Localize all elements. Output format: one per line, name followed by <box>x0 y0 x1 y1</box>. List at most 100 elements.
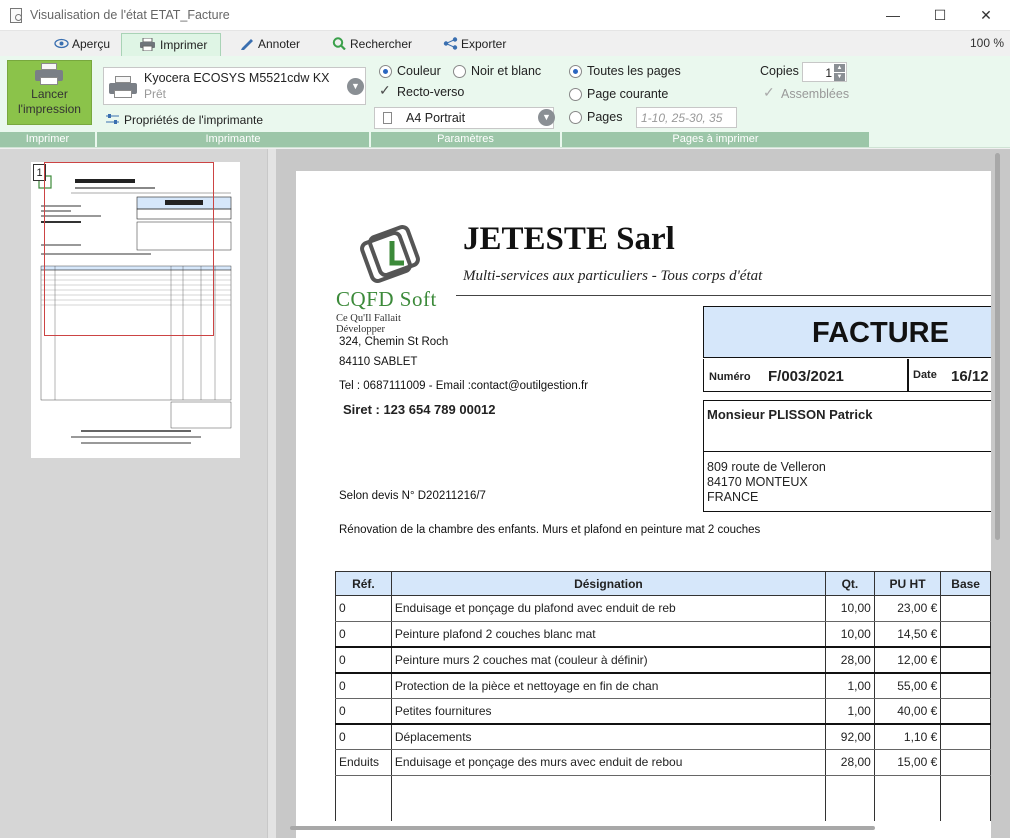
close-button[interactable]: ✕ <box>963 0 1009 31</box>
current-page-radio[interactable]: Page courante <box>569 87 668 102</box>
tab-label: Imprimer <box>160 38 208 52</box>
company-tagline: Multi-services aux particuliers - Tous c… <box>463 268 763 284</box>
quote-reference: Selon devis N° D20211216/7 <box>339 490 486 502</box>
all-pages-label: Toutes les pages <box>587 64 681 78</box>
table-row: Enduits Enduisage et ponçage des murs av… <box>335 749 991 776</box>
vertical-scrollbar[interactable] <box>995 153 1000 540</box>
chevron-down-icon[interactable]: ▼ <box>347 78 364 95</box>
cell-designation: Protection de la pièce et nettoyage en f… <box>390 671 827 699</box>
company-name: JETESTE Sarl <box>463 221 675 257</box>
page-thumbnail[interactable]: 1 <box>31 162 240 458</box>
tab-label: Rechercher <box>350 37 413 51</box>
cell-qty: 28,00 <box>825 749 875 776</box>
paper-value: A4 Portrait <box>406 111 466 125</box>
printer-select[interactable]: Kyocera ECOSYS M5521cdw KX Prêt ▼ <box>103 67 366 105</box>
document-search-icon <box>10 8 22 23</box>
invoice-date-label: Date <box>913 369 937 381</box>
cell-qty: 10,00 <box>825 595 875 622</box>
cell-qty: 10,00 <box>825 621 875 648</box>
client-name-box: Monsieur PLISSON Patrick <box>703 400 991 452</box>
cell-designation: Petites fournitures <box>390 698 827 725</box>
cell-designation: Peinture plafond 2 couches blanc mat <box>390 621 827 648</box>
paper-select[interactable]: A4 Portrait ▼ <box>374 107 555 129</box>
cell-ref: Enduits <box>335 749 392 776</box>
invoice-date-value: 16/12 <box>951 368 989 385</box>
tab-label: Annoter <box>258 37 301 51</box>
tab-apercu[interactable]: Aperçu <box>52 33 110 56</box>
cell-ref: 0 <box>335 698 392 725</box>
duplex-checkbox[interactable]: ✓ Recto-verso <box>379 83 465 100</box>
page-icon <box>383 112 392 124</box>
cell-designation: Déplacements <box>390 722 827 751</box>
printer-icon <box>109 76 137 98</box>
print-ribbon: Lancer l'impression Kyocera ECOSYS M5521… <box>0 56 1010 148</box>
pages-radio[interactable]: Pages <box>569 110 622 125</box>
tab-imprimer[interactable]: Imprimer <box>121 33 221 56</box>
color-radio[interactable]: Couleur <box>379 64 441 79</box>
printer-properties-label: Propriétés de l'imprimante <box>124 113 264 127</box>
launch-print-label: Lancer l'impression <box>18 87 81 116</box>
group-label-printer: Imprimante <box>97 132 369 147</box>
group-label-params: Paramètres <box>371 132 560 147</box>
invoice-lines-table: Réf. Désignation Qt. PU HT Base 0 Enduis… <box>335 571 991 822</box>
tab-bar: Aperçu Imprimer Annoter Rechercher Expor… <box>0 31 1010 56</box>
tab-rechercher[interactable]: Rechercher <box>330 33 412 56</box>
cell-qty: 28,00 <box>825 645 875 674</box>
chevron-down-icon[interactable]: ▼ <box>538 109 555 126</box>
tab-annoter[interactable]: Annoter <box>238 33 300 56</box>
chevron-down-icon[interactable]: ▼ <box>834 73 845 81</box>
copies-stepper[interactable]: 1 ▲ ▼ <box>802 62 847 82</box>
cell-pu: 12,00 € <box>873 645 942 674</box>
table-row: 0 Peinture murs 2 couches mat (couleur à… <box>335 645 991 674</box>
cell-base <box>940 749 991 776</box>
column-header-base: Base <box>940 571 991 596</box>
cell-ref: 0 <box>335 722 392 751</box>
zoom-level[interactable]: 100 % <box>970 36 1004 50</box>
table-row: 0 Enduisage et ponçage du plafond avec e… <box>335 595 991 622</box>
horizontal-scrollbar[interactable] <box>290 826 875 830</box>
pencil-icon <box>241 39 253 50</box>
column-header-ref: Réf. <box>335 571 392 596</box>
cell-base <box>940 722 991 751</box>
collated-checkbox[interactable]: ✓ Assemblées <box>763 84 849 102</box>
column-header-pu: PU HT <box>873 571 942 596</box>
title-bar: Visualisation de l'état ETAT_Facture — ☐… <box>0 0 1010 31</box>
eye-icon <box>54 38 69 49</box>
chevron-up-icon[interactable]: ▲ <box>834 64 845 72</box>
group-label-print: Imprimer <box>0 132 95 147</box>
bw-radio[interactable]: Noir et blanc <box>453 64 541 79</box>
invoice-page: CQFD Soft Ce Qu'Il Fallait Développer JE… <box>296 171 991 838</box>
window-title: Visualisation de l'état ETAT_Facture <box>30 8 230 22</box>
client-address-line2: 84170 MONTEUX <box>707 475 808 489</box>
minimize-button[interactable]: — <box>870 0 916 31</box>
company-address-line2: 84110 SABLET <box>339 356 418 368</box>
pane-splitter[interactable] <box>267 149 276 838</box>
client-name: Monsieur PLISSON Patrick <box>707 407 873 422</box>
printer-name: Kyocera ECOSYS M5521cdw KX <box>144 71 330 85</box>
company-siret: Siret : 123 654 789 00012 <box>343 402 496 417</box>
cell-ref: 0 <box>335 621 392 648</box>
tab-exporter[interactable]: Exporter <box>441 33 506 56</box>
cell-designation: Enduisage et ponçage des murs avec endui… <box>390 749 827 776</box>
launch-print-button[interactable]: Lancer l'impression <box>7 60 92 125</box>
printer-properties-button[interactable]: Propriétés de l'imprimante <box>106 113 263 127</box>
cell-pu: 55,00 € <box>873 671 942 699</box>
logo-mark-icon <box>360 225 420 283</box>
logo-tagline: Ce Qu'Il Fallait Développer <box>336 313 401 335</box>
cell-designation: Enduisage et ponçage du plafond avec end… <box>390 595 827 622</box>
cell-qty: 92,00 <box>825 722 875 751</box>
printer-icon <box>35 63 63 85</box>
pages-range-input[interactable]: 1-10, 25-30, 35 <box>636 107 737 128</box>
column-header-designation: Désignation <box>390 571 827 596</box>
all-pages-radio[interactable]: Toutes les pages <box>569 64 681 79</box>
duplex-label: Recto-verso <box>397 85 465 99</box>
table-row: 0 Petites fournitures 1,00 40,00 € <box>335 698 991 725</box>
maximize-button[interactable]: ☐ <box>917 0 963 31</box>
table-row: 0 Déplacements 92,00 1,10 € <box>335 722 991 751</box>
cell-ref: 0 <box>335 671 392 699</box>
printer-status: Prêt <box>144 87 167 101</box>
cell-qty: 1,00 <box>825 671 875 699</box>
client-address-line3: FRANCE <box>707 490 759 504</box>
invoice-date-box: Date 16/12 <box>908 359 991 392</box>
checkmark-icon: ✓ <box>763 84 775 100</box>
